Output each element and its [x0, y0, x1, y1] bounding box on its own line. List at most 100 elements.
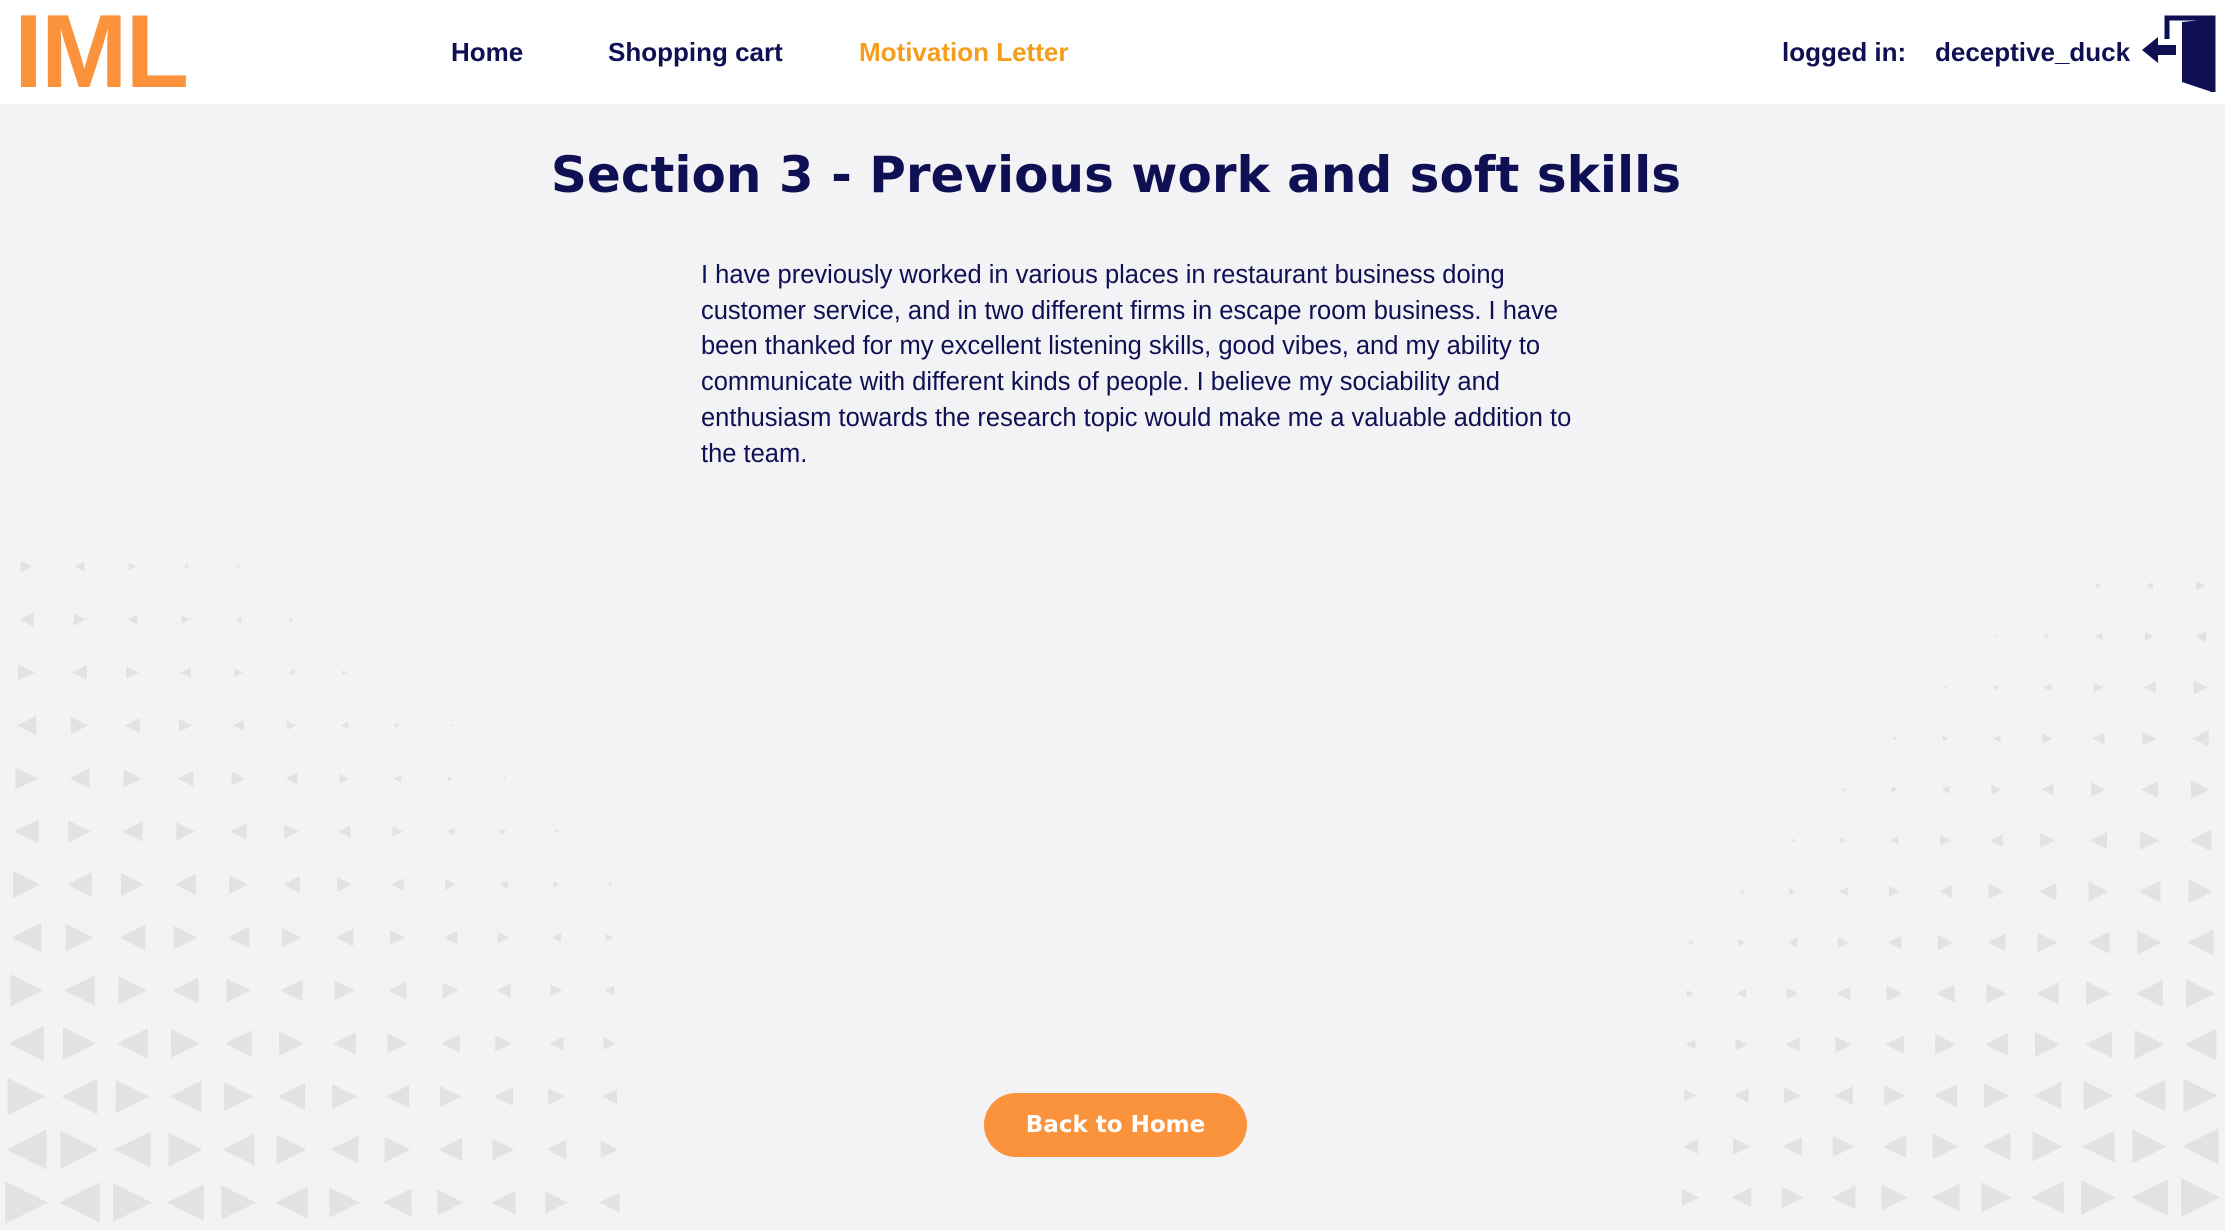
- decorative-triangle: [2044, 633, 2051, 640]
- decorative-triangle: [123, 769, 142, 788]
- decorative-triangle: [1885, 1035, 1904, 1054]
- decorative-triangle: [387, 1033, 408, 1054]
- decorative-triangle: [235, 616, 242, 623]
- decorative-triangle: [1995, 635, 1998, 638]
- decorative-triangle: [172, 977, 199, 1004]
- decorative-triangle: [1683, 1139, 1698, 1154]
- decorative-triangle: [2146, 582, 2153, 589]
- decorative-triangle: [603, 1037, 616, 1050]
- decorative-triangle: [63, 1027, 96, 1060]
- decorative-triangle: [340, 721, 349, 730]
- decorative-triangle: [1739, 889, 1744, 894]
- decorative-triangle: [1786, 987, 1799, 1000]
- decorative-triangle: [495, 1035, 512, 1052]
- decorative-triangle: [1832, 1135, 1855, 1158]
- decorative-triangle: [65, 923, 94, 952]
- decorative-triangle: [178, 718, 193, 733]
- decorative-triangle: [2189, 829, 2212, 852]
- decorative-triangle: [2183, 1078, 2218, 1113]
- decorative-triangle: [16, 715, 37, 736]
- logout-button[interactable]: [2138, 12, 2218, 92]
- decorative-triangle: [2041, 783, 2054, 796]
- decorative-triangle: [1684, 1089, 1697, 1102]
- decorative-triangle: [168, 1132, 203, 1167]
- nav-link-home[interactable]: Home: [451, 34, 523, 70]
- decorative-triangle: [6, 1129, 47, 1170]
- decorative-triangle: [227, 926, 250, 949]
- decorative-triangle: [1890, 836, 1899, 845]
- decorative-triangle: [545, 1191, 568, 1214]
- decorative-triangle: [2143, 681, 2156, 694]
- decorative-triangle: [1735, 1038, 1748, 1051]
- decorative-triangle: [2133, 1079, 2166, 1112]
- decorative-triangle: [119, 924, 146, 951]
- decorative-triangle: [276, 1134, 307, 1165]
- decorative-triangle: [174, 873, 197, 896]
- decorative-triangle: [339, 773, 350, 784]
- decorative-triangle: [499, 880, 508, 889]
- decorative-triangle: [2042, 733, 2053, 744]
- decorative-triangle: [124, 717, 141, 734]
- decorative-triangle: [1787, 937, 1798, 948]
- decorative-triangle: [18, 664, 35, 681]
- decorative-triangle: [181, 615, 190, 624]
- decorative-triangle: [1782, 1136, 1803, 1157]
- decorative-triangle: [2192, 730, 2209, 747]
- iml-logo[interactable]: IML: [14, 0, 189, 104]
- decorative-triangle: [64, 975, 95, 1006]
- decorative-triangle: [395, 723, 400, 728]
- decorative-triangle: [1982, 1132, 2011, 1161]
- decorative-triangle: [2092, 732, 2105, 745]
- decorative-triangle: [229, 875, 248, 894]
- decorative-triangle: [73, 613, 86, 626]
- decorative-triangle: [113, 1183, 152, 1222]
- back-to-home-button[interactable]: Back to Home: [984, 1093, 1247, 1157]
- decorative-triangle: [551, 932, 562, 943]
- decorative-triangle: [2134, 1029, 2165, 1060]
- decorative-triangle: [173, 925, 198, 950]
- decorative-triangle: [289, 617, 294, 622]
- decorative-triangle: [333, 1032, 356, 1055]
- decorative-triangle: [285, 772, 298, 785]
- decorative-triangle: [225, 1030, 252, 1057]
- decorative-triangle: [383, 1188, 412, 1217]
- decorative-triangle: [1689, 890, 1692, 893]
- decorative-triangle: [2094, 632, 2103, 641]
- decorative-triangle: [2032, 1131, 2063, 1162]
- decorative-triangle: [1993, 684, 2000, 691]
- decorative-triangle: [72, 665, 87, 680]
- decorative-triangle: [1737, 938, 1746, 947]
- logout-door-icon: [2142, 15, 2216, 92]
- decorative-triangle: [2036, 982, 2059, 1005]
- decorative-triangle: [1887, 935, 1902, 950]
- nav-link-shopping-cart[interactable]: Shopping cart: [608, 34, 783, 70]
- decorative-triangle: [1992, 734, 2001, 743]
- decorative-triangle: [169, 1080, 202, 1113]
- decorative-triangle: [600, 1140, 619, 1159]
- decorative-triangle: [608, 830, 611, 833]
- nav-link-motivation-letter[interactable]: Motivation Letter: [859, 34, 1068, 70]
- decorative-triangle: [330, 1135, 359, 1164]
- decorative-triangle: [231, 771, 246, 786]
- decorative-triangle: [437, 1189, 464, 1216]
- decorative-triangle: [546, 1139, 567, 1160]
- decorative-triangle: [2188, 879, 2213, 904]
- decorative-triangle: [182, 563, 189, 570]
- decorative-triangle: [127, 614, 138, 625]
- decorative-triangle: [60, 1130, 99, 1169]
- decorative-triangle: [2096, 583, 2101, 588]
- decorative-triangle: [445, 879, 456, 890]
- decorative-triangle: [68, 820, 91, 843]
- decorative-triangle: [2088, 881, 2109, 902]
- decorative-triangle: [1835, 1036, 1852, 1053]
- decorative-triangle: [1942, 735, 1949, 742]
- decorative-triangle: [438, 1137, 463, 1162]
- decorative-triangle: [236, 564, 241, 569]
- decorative-triangle: [118, 976, 147, 1005]
- decorative-triangle: [1834, 1086, 1853, 1105]
- decorative-triangle: [286, 720, 297, 731]
- decorative-triangle: [1933, 1083, 1958, 1108]
- decorative-triangle: [1981, 1182, 2012, 1213]
- decorative-triangle: [1991, 784, 2002, 795]
- decorative-triangle: [2043, 683, 2052, 692]
